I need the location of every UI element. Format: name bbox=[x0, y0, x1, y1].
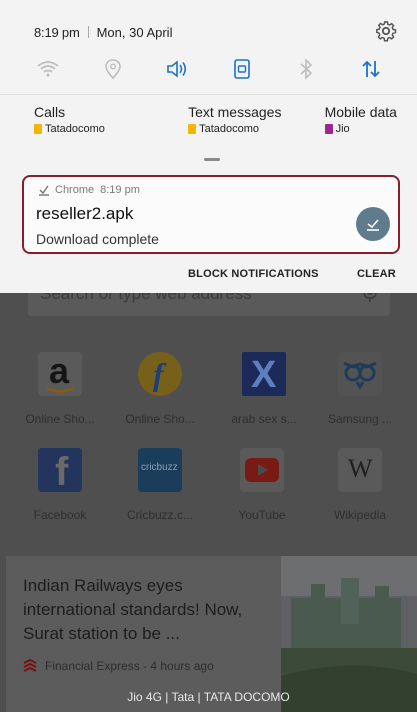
sim-card-icon bbox=[188, 124, 197, 134]
speed-dial-tile-cricbuzz[interactable]: cricbuzz Cricbuzz.c... bbox=[120, 448, 200, 538]
sim-calls[interactable]: Calls Tatadocomo bbox=[34, 104, 105, 140]
tile-label: arab sex s... bbox=[231, 412, 297, 426]
sim-data-label: Mobile data bbox=[324, 104, 397, 120]
speed-dial-tile-site[interactable]: X arab sex s... bbox=[224, 352, 304, 442]
financial-express-logo-icon bbox=[23, 659, 37, 672]
tile-label: Online Sho... bbox=[125, 412, 195, 426]
location-icon[interactable] bbox=[99, 55, 127, 83]
drag-handle[interactable] bbox=[204, 158, 220, 161]
download-done-icon bbox=[39, 185, 49, 196]
notification-header: Chrome 8:19 pm bbox=[38, 184, 140, 196]
notification-title: reseller2.apk bbox=[36, 204, 134, 223]
sound-icon[interactable] bbox=[163, 55, 191, 83]
tile-label: Cricbuzz.c... bbox=[126, 508, 193, 522]
download-done-button[interactable] bbox=[356, 207, 390, 241]
block-notifications-button[interactable]: BLOCK NOTIFICATIONS bbox=[188, 268, 319, 280]
news-card[interactable]: Indian Railways eyes international stand… bbox=[6, 556, 417, 712]
sim-calls-label: Calls bbox=[34, 104, 66, 120]
news-source: Financial Express - 4 hours ago bbox=[23, 659, 214, 673]
speed-dial-tile-flipkart[interactable]: f Online Sho... bbox=[120, 352, 200, 442]
tile-label: Online Sho... bbox=[25, 412, 95, 426]
sim-calls-value: Tatadocomo bbox=[34, 123, 105, 135]
status-header: 8:19 pm Mon, 30 April bbox=[34, 20, 397, 42]
speed-dial-tile-facebook[interactable]: f Facebook bbox=[20, 448, 100, 538]
speed-dial-tile-samsung[interactable]: Samsung ... bbox=[320, 352, 400, 442]
mobile-data-icon[interactable] bbox=[357, 55, 385, 83]
clear-button[interactable]: CLEAR bbox=[357, 268, 396, 280]
wifi-icon[interactable] bbox=[34, 55, 62, 83]
gear-icon[interactable] bbox=[375, 20, 397, 42]
download-notification[interactable]: Chrome 8:19 pm reseller2.apk Download co… bbox=[22, 175, 400, 254]
status-date: Mon, 30 April bbox=[96, 24, 173, 40]
sim-preferences-row: Calls Tatadocomo Text messages Tatadocom… bbox=[34, 104, 397, 140]
notification-time: 8:19 pm bbox=[100, 184, 140, 196]
bluetooth-icon[interactable] bbox=[292, 55, 320, 83]
news-thumbnail bbox=[281, 556, 417, 712]
quick-settings-row bbox=[20, 54, 399, 84]
sim-sms-label: Text messages bbox=[188, 104, 282, 120]
speed-dial-tile-amazon[interactable]: a Online Sho... bbox=[20, 350, 100, 442]
sim-card-icon bbox=[34, 124, 42, 134]
check-icon bbox=[367, 219, 379, 231]
youtube-icon bbox=[240, 448, 284, 492]
notification-app: Chrome bbox=[55, 184, 95, 196]
notification-text: Download complete bbox=[36, 231, 159, 247]
tile-label: Samsung ... bbox=[327, 412, 393, 426]
divider bbox=[0, 94, 417, 95]
sim-text-messages[interactable]: Text messages Tatadocomo bbox=[188, 104, 281, 140]
carrier-text: Jio 4G | Tata | TATA DOCOMO bbox=[127, 690, 290, 704]
tile-label: YouTube bbox=[238, 508, 286, 522]
owl-icon bbox=[338, 352, 382, 396]
screen-rotation-icon[interactable] bbox=[228, 55, 256, 83]
notification-shade: 8:19 pm Mon, 30 April Calls Tatadocomo T… bbox=[0, 0, 417, 293]
sim-card-icon bbox=[324, 124, 333, 134]
status-time: 8:19 pm bbox=[34, 24, 80, 40]
flipkart-icon: f bbox=[138, 352, 182, 396]
sim-sms-value: Tatadocomo bbox=[188, 123, 281, 135]
tile-label: Facebook bbox=[33, 508, 87, 522]
amazon-icon: a bbox=[38, 350, 82, 396]
wikipedia-icon: W bbox=[338, 448, 382, 492]
site-x-icon: X bbox=[242, 352, 286, 396]
cricbuzz-icon: cricbuzz bbox=[138, 448, 182, 492]
speed-dial-tile-youtube[interactable]: YouTube bbox=[222, 448, 302, 538]
notification-actions: BLOCK NOTIFICATIONS CLEAR bbox=[0, 258, 417, 292]
tile-label: Wikipedia bbox=[333, 508, 387, 522]
news-source-text: Financial Express - 4 hours ago bbox=[45, 659, 214, 673]
speed-dial-tile-wikipedia[interactable]: W Wikipedia bbox=[320, 448, 400, 538]
news-title: Indian Railways eyes international stand… bbox=[23, 576, 243, 643]
sim-data-value: Jio bbox=[324, 123, 397, 135]
sim-mobile-data[interactable]: Mobile data Jio bbox=[324, 104, 397, 140]
facebook-icon: f bbox=[38, 448, 82, 494]
status-separator bbox=[87, 26, 89, 38]
